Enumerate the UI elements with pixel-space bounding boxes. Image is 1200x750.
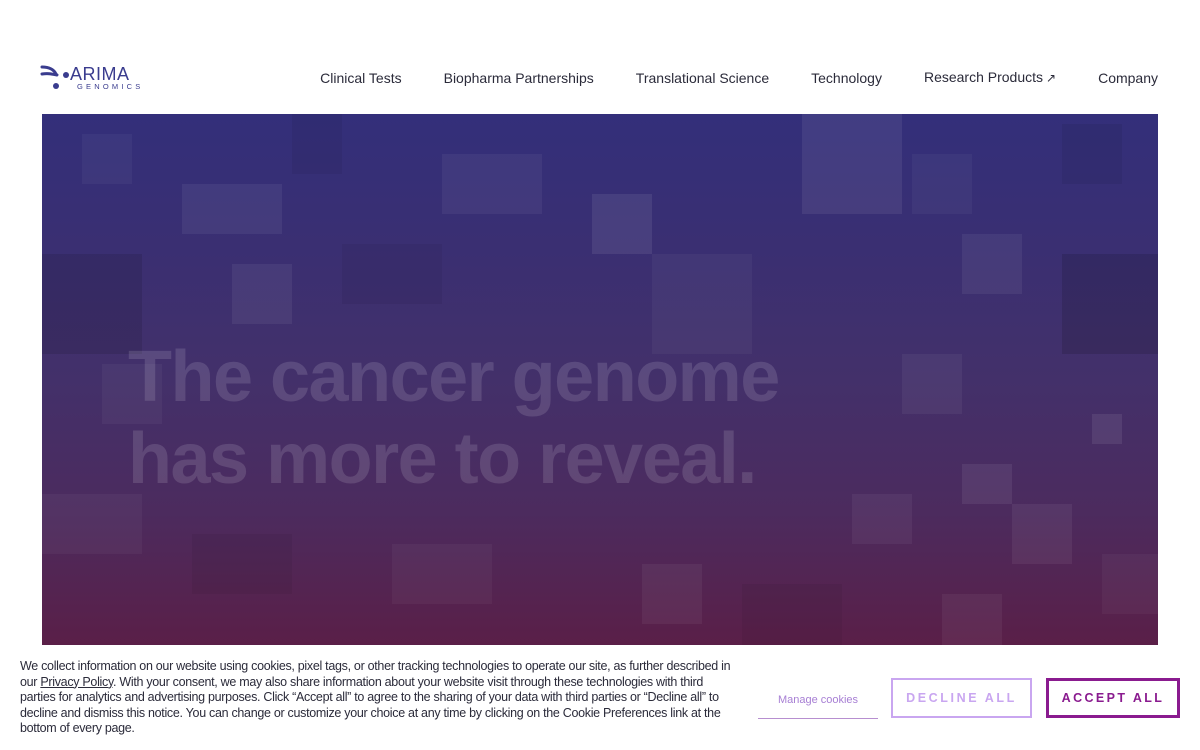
cookie-consent-banner: We collect information on our website us… [0,645,1200,750]
mosaic-tile [962,464,1012,504]
main-nav: Clinical Tests Biopharma Partnerships Tr… [320,68,1158,87]
hero-headline: The cancer genome has more to reveal. [128,336,888,500]
hero-headline-line-1: The cancer genome [128,337,780,417]
cookie-text-details: . With your consent, we may also share i… [20,674,721,736]
mosaic-tile [942,594,1002,645]
mosaic-tile [442,154,542,214]
logo-subtitle: GENOMICS [77,82,144,91]
mosaic-tile [1092,414,1122,444]
mosaic-tile [232,264,292,324]
nav-link-research-products[interactable]: Research Products ↗ [924,68,1056,87]
mosaic-tile [642,564,702,624]
cookie-notice-text: We collect information on our website us… [20,659,740,737]
mosaic-tile [592,194,652,254]
mosaic-tile [82,134,132,184]
arima-logo-icon [40,65,69,89]
mosaic-tile [912,154,972,214]
mosaic-tile [1062,124,1122,184]
mosaic-tile [42,254,142,354]
external-link-icon: ↗ [1046,71,1057,85]
privacy-policy-link[interactable]: Privacy Policy [40,675,113,689]
logo-wordmark: ARIMA [70,64,130,84]
mosaic-tile [42,494,142,554]
mosaic-tile [1012,504,1072,564]
mosaic-tile [962,234,1022,294]
manage-cookies-button[interactable]: Manage cookies [758,681,878,719]
nav-link-research-products-label: Research Products [923,69,1044,85]
hero-headline-line-2: has more to reveal. [128,419,757,499]
mosaic-tile [342,244,442,304]
arima-genomics-logo[interactable]: ARIMA GENOMICS [40,62,152,94]
nav-link-clinical-tests[interactable]: Clinical Tests [320,69,401,87]
site-header: ARIMA GENOMICS Clinical Tests Biopharma … [0,0,1200,114]
nav-link-translational-science[interactable]: Translational Science [636,69,769,87]
mosaic-tile [182,184,282,234]
mosaic-tile [852,494,912,544]
decline-all-button[interactable]: DECLINE ALL [891,678,1032,718]
mosaic-tile [802,114,902,214]
mosaic-tile [392,544,492,604]
nav-link-company[interactable]: Company [1098,69,1158,87]
accept-all-button[interactable]: ACCEPT ALL [1046,678,1180,718]
mosaic-tile [292,114,342,174]
mosaic-tile [902,354,962,414]
nav-link-technology[interactable]: Technology [811,69,882,87]
mosaic-tile [192,534,292,594]
mosaic-tile [1062,254,1158,354]
mosaic-tile [742,584,842,645]
hero-banner: The cancer genome has more to reveal. [42,114,1158,645]
nav-link-biopharma-partnerships[interactable]: Biopharma Partnerships [444,69,594,87]
mosaic-tile [1102,554,1158,614]
